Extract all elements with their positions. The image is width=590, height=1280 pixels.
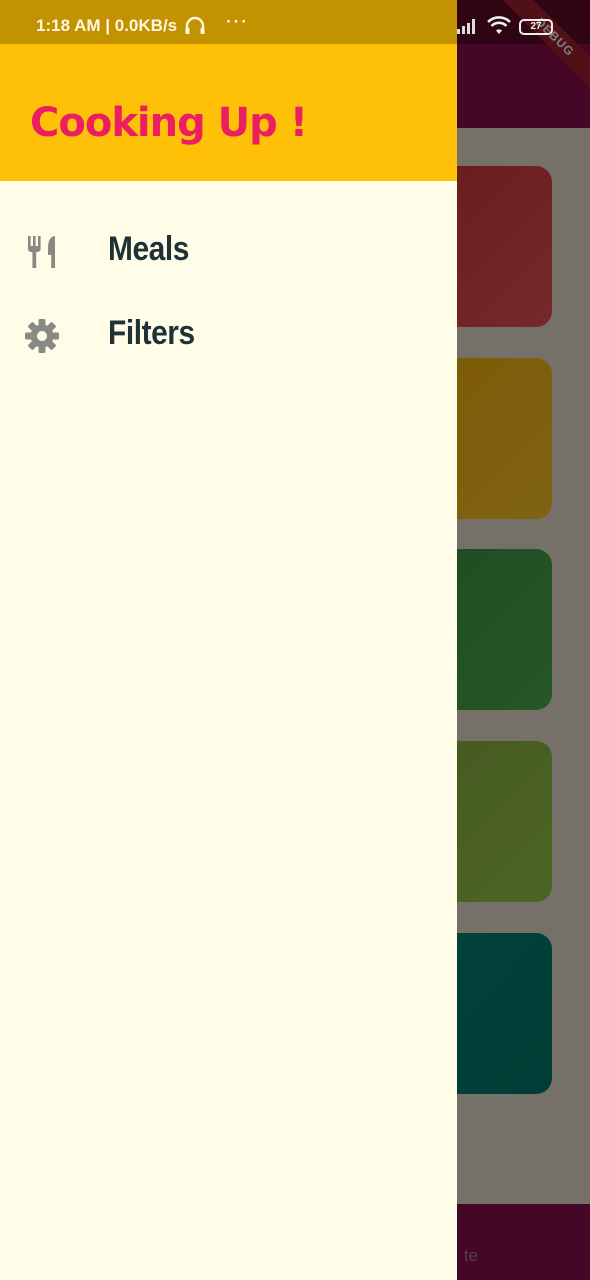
signal-icon <box>457 19 475 34</box>
drawer-item-filters[interactable]: Filters <box>0 298 457 374</box>
drawer-header: Cooking Up ! <box>0 44 457 181</box>
status-icons: 27 <box>457 0 590 44</box>
battery-icon: 27 <box>519 19 553 35</box>
wifi-icon <box>487 16 511 34</box>
drawer-item-label: Filters <box>108 314 195 352</box>
navigation-drawer: 1:18 AM | 0.0KB/s ··· Cooking Up ! Meals <box>0 0 457 1280</box>
restaurant-icon <box>28 236 55 268</box>
status-time: 1:18 AM | 0.0KB/s <box>36 16 178 35</box>
status-bar: 1:18 AM | 0.0KB/s ··· <box>0 0 457 44</box>
drawer-item-meals[interactable]: Meals <box>0 214 457 290</box>
battery-level: 27 <box>530 21 542 32</box>
status-more-icon: ··· <box>226 12 249 31</box>
headphones-icon <box>185 16 205 34</box>
drawer-title: Cooking Up ! <box>30 100 308 146</box>
drawer-item-label: Meals <box>108 230 189 268</box>
settings-icon <box>25 319 59 353</box>
